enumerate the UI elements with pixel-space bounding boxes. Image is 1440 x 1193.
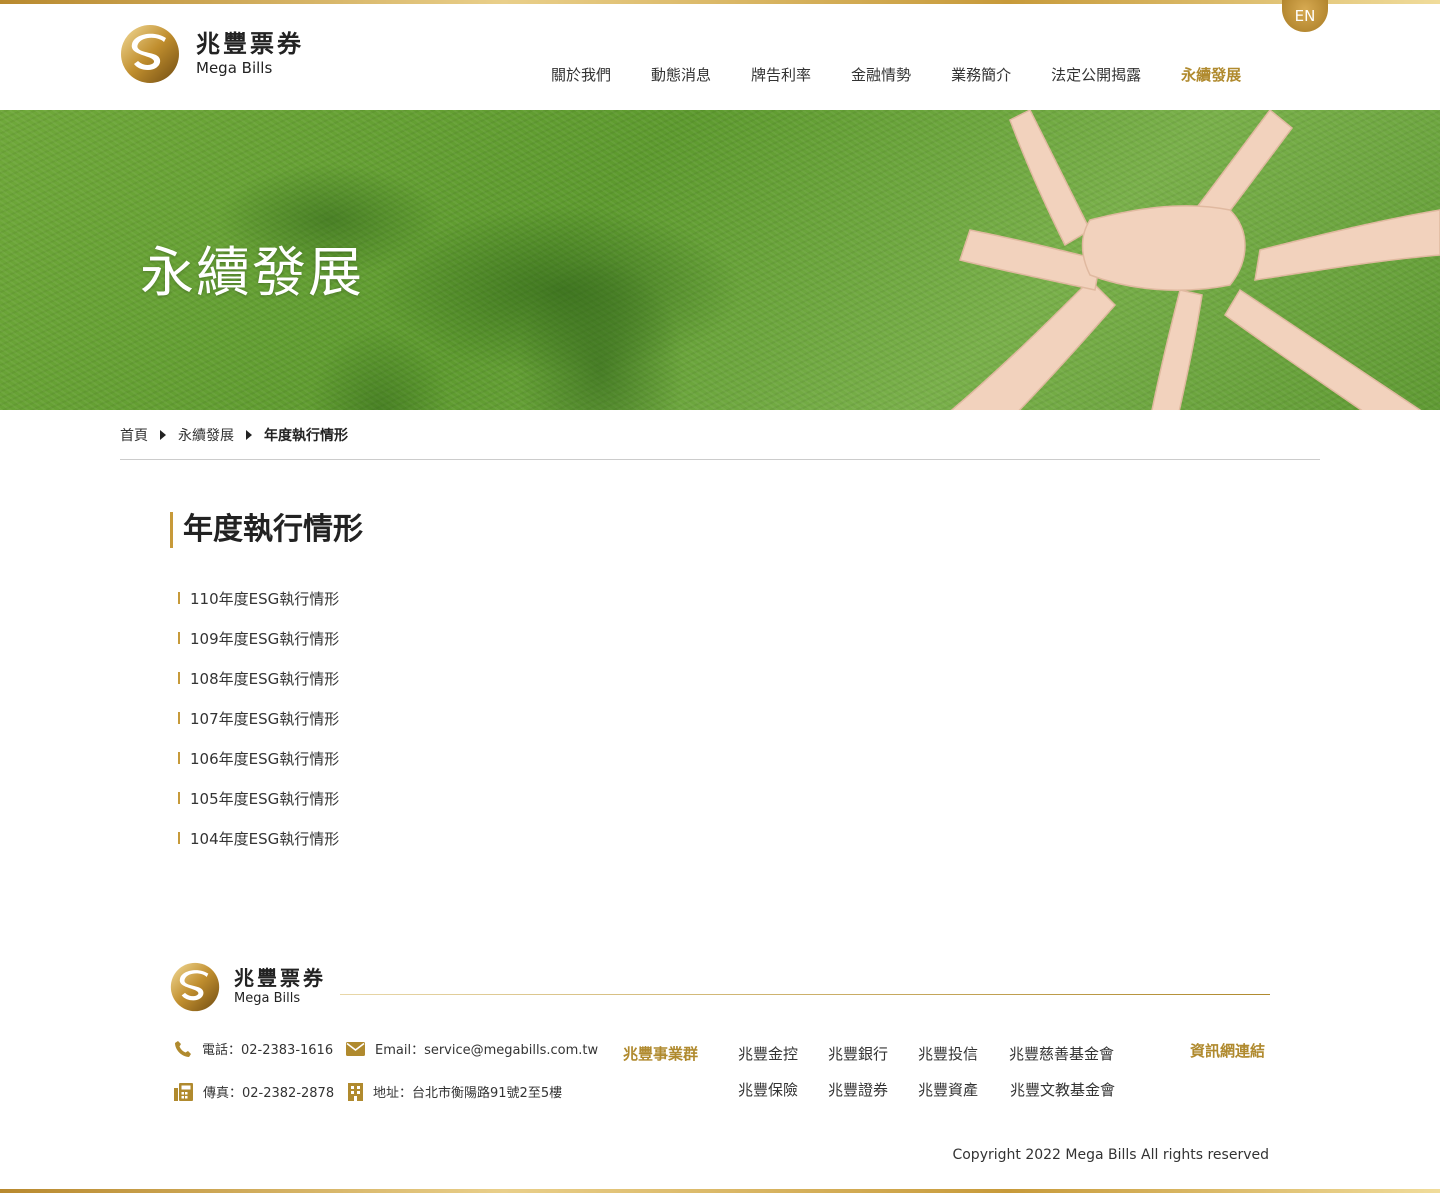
group-link-mega-insurance[interactable]: 兆豐保險	[738, 1079, 798, 1100]
info-links-title[interactable]: 資訊網連結	[1190, 1040, 1265, 1061]
breadcrumb-arrow-icon	[246, 430, 252, 440]
bottom-gold-bar	[0, 1189, 1440, 1193]
group-link-mega-bank[interactable]: 兆豐銀行	[828, 1043, 888, 1064]
nav-item-news[interactable]: 動態消息	[651, 64, 711, 85]
group-link-mega-culture-foundation[interactable]: 兆豐文教基金會	[1010, 1079, 1115, 1100]
fax-icon	[174, 1082, 193, 1101]
footer-address: 地址：台北市衡陽路91號2至5樓	[348, 1082, 562, 1101]
list-marker-icon	[178, 592, 180, 604]
breadcrumb: 首頁 永續發展 年度執行情形	[120, 425, 348, 445]
nav-item-business[interactable]: 業務簡介	[951, 64, 1011, 85]
report-link-105[interactable]: 105年度ESG執行情形	[178, 778, 339, 818]
group-companies-title: 兆豐事業群	[623, 1045, 699, 1063]
report-link-106[interactable]: 106年度ESG執行情形	[178, 738, 339, 778]
report-link-label: 108年度ESG執行情形	[190, 669, 340, 688]
footer-phone: 電話：02-2383-1616	[174, 1039, 333, 1058]
phone-icon	[175, 1040, 191, 1057]
footer-brand-name-zh: 兆豐票券	[234, 966, 326, 990]
breadcrumb-home[interactable]: 首頁	[120, 425, 148, 445]
footer-phone-text: 電話：02-2383-1616	[202, 1043, 334, 1058]
list-marker-icon	[178, 712, 180, 724]
breadcrumb-current: 年度執行情形	[264, 428, 348, 444]
list-marker-icon	[178, 792, 180, 804]
report-link-108[interactable]: 108年度ESG執行情形	[178, 658, 339, 698]
footer-fax-text: 傳真：02-2382-2878	[203, 1086, 335, 1101]
copyright-text: Copyright 2022 Mega Bills All rights res…	[952, 1147, 1269, 1163]
breadcrumb-divider	[120, 459, 1320, 460]
footer-address-text: 地址：台北市衡陽路91號2至5樓	[373, 1086, 563, 1101]
report-link-label: 107年度ESG執行情形	[190, 709, 340, 728]
stacked-hands-illustration	[950, 110, 1440, 410]
nav-item-rates[interactable]: 牌告利率	[751, 64, 811, 85]
building-icon	[348, 1082, 363, 1101]
list-marker-icon	[178, 632, 180, 644]
footer-fax: 傳真：02-2382-2878	[174, 1082, 334, 1101]
site-header: 兆豐票券 Mega Bills EN 關於我們 動態消息 牌告利率 金融情勢 業…	[0, 0, 1440, 110]
report-link-104[interactable]: 104年度ESG執行情形	[178, 818, 339, 858]
breadcrumb-arrow-icon	[160, 430, 166, 440]
report-link-label: 110年度ESG執行情形	[190, 589, 340, 608]
group-link-mega-charity-foundation[interactable]: 兆豐慈善基金會	[1009, 1043, 1114, 1064]
group-link-mega-investment-trust[interactable]: 兆豐投信	[918, 1043, 978, 1064]
footer-divider	[340, 994, 1270, 995]
report-link-107[interactable]: 107年度ESG執行情形	[178, 698, 339, 738]
nav-item-about[interactable]: 關於我們	[551, 64, 611, 85]
footer-email: Email：service@megabills.com.tw	[346, 1039, 598, 1058]
main-nav: 關於我們 動態消息 牌告利率 金融情勢 業務簡介 法定公開揭露 永續發展	[551, 64, 1281, 85]
report-link-label: 106年度ESG執行情形	[190, 749, 340, 768]
nav-item-disclosure[interactable]: 法定公開揭露	[1051, 64, 1141, 85]
mega-bills-logo-icon	[170, 962, 220, 1012]
page-title: 年度執行情形	[170, 512, 363, 548]
footer-email-text[interactable]: Email：service@megabills.com.tw	[375, 1039, 598, 1058]
breadcrumb-sustainability[interactable]: 永續發展	[178, 425, 234, 445]
report-list: 110年度ESG執行情形 109年度ESG執行情形 108年度ESG執行情形 1…	[178, 578, 339, 858]
footer-logo[interactable]: 兆豐票券 Mega Bills	[170, 962, 326, 1012]
group-link-mega-holdings[interactable]: 兆豐金控	[738, 1043, 798, 1064]
brand-name-zh: 兆豐票券	[196, 30, 304, 58]
report-link-label: 104年度ESG執行情形	[190, 829, 340, 848]
report-link-109[interactable]: 109年度ESG執行情形	[178, 618, 339, 658]
group-link-mega-asset[interactable]: 兆豐資產	[918, 1079, 978, 1100]
nav-item-financial-situation[interactable]: 金融情勢	[851, 64, 911, 85]
nav-item-sustainability[interactable]: 永續發展	[1181, 64, 1241, 85]
mega-bills-logo-icon	[121, 25, 179, 83]
language-toggle-button[interactable]: EN	[1282, 0, 1328, 32]
footer-brand-name-en: Mega Bills	[234, 991, 301, 1006]
envelope-icon	[346, 1041, 365, 1056]
brand-name-en: Mega Bills	[196, 59, 273, 77]
report-link-label: 109年度ESG執行情形	[190, 629, 340, 648]
banner-title: 永續發展	[140, 241, 364, 304]
list-marker-icon	[178, 832, 180, 844]
list-marker-icon	[178, 672, 180, 684]
brand-logo[interactable]: 兆豐票券 Mega Bills	[120, 24, 304, 84]
list-marker-icon	[178, 752, 180, 764]
group-link-mega-securities[interactable]: 兆豐證券	[828, 1079, 888, 1100]
hero-banner: 永續發展	[0, 110, 1440, 410]
report-link-110[interactable]: 110年度ESG執行情形	[178, 578, 339, 618]
report-link-label: 105年度ESG執行情形	[190, 789, 340, 808]
